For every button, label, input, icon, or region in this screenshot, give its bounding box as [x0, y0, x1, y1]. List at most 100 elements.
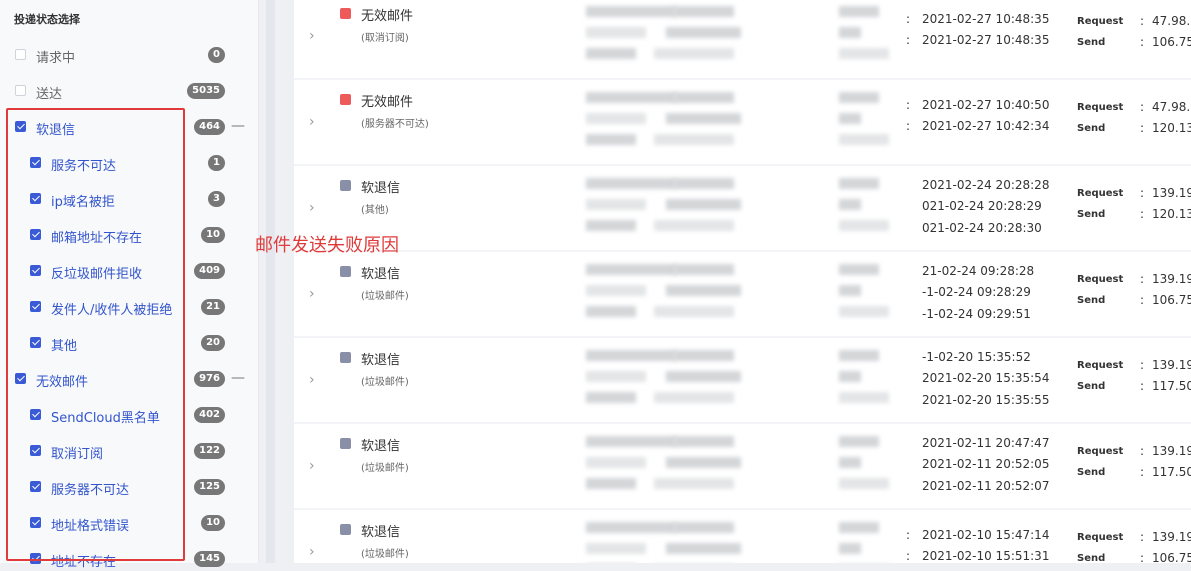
status-reason: (垃圾邮件): [361, 291, 409, 302]
mail-record-row[interactable]: › 软退信 (其他) 2021-02-24 20:28:28 021-02-24 20:…: [294, 166, 1191, 250]
expand-chevron-icon[interactable]: ›: [309, 28, 315, 44]
redacted-text: [586, 113, 646, 124]
send-ip-address: 106.75: [1152, 293, 1191, 307]
event-timestamp: 021-02-24 20:28:29: [922, 199, 1042, 213]
redacted-text: [674, 436, 734, 447]
status-reason: (其他): [361, 205, 389, 216]
sidebar-title: 投递状态选择: [14, 13, 80, 26]
collapse-icon[interactable]: —: [231, 118, 245, 134]
redacted-text: [839, 543, 861, 554]
redacted-text: [586, 543, 646, 554]
count-badge: 10: [201, 227, 225, 243]
status-color-marker: [340, 94, 351, 105]
redacted-text: [839, 48, 889, 59]
count-badge: 5035: [187, 83, 225, 99]
filter-label: 请求中: [36, 51, 76, 66]
redacted-text: [674, 92, 734, 103]
event-timestamp: 021-02-24 20:28:30: [922, 221, 1042, 235]
send-label: Send: [1077, 123, 1106, 134]
event-timestamp: 2021-02-27 10:48:35: [922, 33, 1050, 47]
event-timestamp: -1-02-24 09:29:51: [922, 307, 1031, 321]
expand-chevron-icon[interactable]: ›: [309, 372, 315, 388]
redacted-text: [674, 6, 734, 17]
redacted-text: [586, 392, 636, 403]
count-badge: 21: [201, 299, 225, 315]
request-label: Request: [1077, 360, 1124, 371]
status-text: 无效邮件: [361, 9, 414, 24]
event-timestamp: 2021-02-24 20:28:28: [922, 178, 1050, 192]
colon-separator: :: [1140, 379, 1145, 393]
mail-record-row[interactable]: › 无效邮件 (取消订阅):2021-02-27 10:48:35:2021-02-…: [294, 0, 1191, 78]
status-reason: (垃圾邮件): [361, 377, 409, 388]
status-color-marker: [340, 180, 351, 191]
filter-item[interactable]: 请求中 0: [0, 43, 258, 67]
redacted-text: [839, 371, 861, 382]
filter-checkbox[interactable]: [15, 49, 26, 60]
redacted-text: [666, 371, 741, 382]
filter-checkbox[interactable]: [15, 85, 26, 96]
send-ip-address: 117.50: [1152, 465, 1191, 479]
request-ip-address: 47.98.: [1152, 100, 1191, 114]
send-label: Send: [1077, 295, 1106, 306]
redacted-text: [839, 350, 879, 361]
expand-chevron-icon[interactable]: ›: [309, 458, 315, 474]
colon-separator: :: [1140, 186, 1145, 200]
redacted-text: [839, 92, 879, 103]
colon-separator: :: [1140, 358, 1145, 372]
redacted-text: [586, 199, 646, 210]
colon-separator: :: [1140, 35, 1145, 49]
filter-item[interactable]: 送达 5035: [0, 79, 258, 103]
request-label: Request: [1077, 16, 1124, 27]
expand-chevron-icon[interactable]: ›: [309, 544, 315, 560]
colon-separator: :: [1140, 14, 1145, 28]
redacted-text: [586, 134, 636, 145]
redacted-text: [586, 478, 636, 489]
collapse-icon[interactable]: —: [231, 370, 245, 386]
redacted-text: [839, 27, 861, 38]
redacted-text: [839, 478, 889, 489]
redacted-text: [654, 220, 734, 231]
event-timestamp: 2021-02-27 10:40:50: [922, 98, 1050, 112]
mail-record-row[interactable]: › 软退信 (垃圾邮件) 2021-02-11 20:47:47 2021-02-11 …: [294, 424, 1191, 508]
redacted-text: [839, 264, 879, 275]
redacted-text: [586, 457, 646, 468]
redacted-text: [586, 285, 646, 296]
status-color-marker: [340, 352, 351, 363]
redacted-text: [839, 113, 861, 124]
mail-record-row[interactable]: › 软退信 (垃圾邮件) -1-02-20 15:35:52 2021-02-20 15…: [294, 338, 1191, 422]
colon-separator: :: [1140, 272, 1145, 286]
colon-separator: :: [1140, 207, 1145, 221]
expand-chevron-icon[interactable]: ›: [309, 286, 315, 302]
redacted-text: [839, 199, 861, 210]
request-ip-address: 47.98.: [1152, 14, 1191, 28]
status-text: 软退信: [361, 439, 401, 454]
status-text: 软退信: [361, 267, 401, 282]
mail-record-row[interactable]: › 软退信 (垃圾邮件) 21-02-24 09:28:28 -1-02-24 09:2…: [294, 252, 1191, 336]
redacted-text: [674, 264, 734, 275]
request-ip-address: 139.19: [1152, 186, 1191, 200]
redacted-text: [586, 264, 676, 275]
colon-separator: :: [1140, 551, 1145, 563]
redacted-text: [586, 350, 676, 361]
request-label: Request: [1077, 446, 1124, 457]
redacted-text: [839, 392, 889, 403]
status-reason: (垃圾邮件): [361, 463, 409, 474]
redacted-text: [839, 178, 879, 189]
panel-divider: [266, 0, 275, 563]
event-timestamp: -1-02-24 09:28:29: [922, 285, 1031, 299]
send-ip-address: 106.75: [1152, 35, 1191, 49]
event-timestamp: 2021-02-11 20:52:07: [922, 479, 1050, 493]
expand-chevron-icon[interactable]: ›: [309, 200, 315, 216]
redacted-text: [666, 457, 741, 468]
redacted-text: [654, 306, 734, 317]
count-badge: 402: [194, 407, 225, 423]
expand-chevron-icon[interactable]: ›: [309, 114, 315, 130]
redacted-text: [654, 48, 734, 59]
mail-record-row[interactable]: › 无效邮件 (服务器不可达):2021-02-27 10:40:50:2021-0…: [294, 80, 1191, 164]
mail-record-row[interactable]: › 软退信 (垃圾邮件):2021-02-10 15:47:14:2021-02-1…: [294, 510, 1191, 563]
redacted-text: [654, 392, 734, 403]
redacted-text: [666, 113, 741, 124]
status-text: 无效邮件: [361, 95, 414, 110]
redacted-text: [654, 478, 734, 489]
event-timestamp: 21-02-24 09:28:28: [922, 264, 1035, 278]
